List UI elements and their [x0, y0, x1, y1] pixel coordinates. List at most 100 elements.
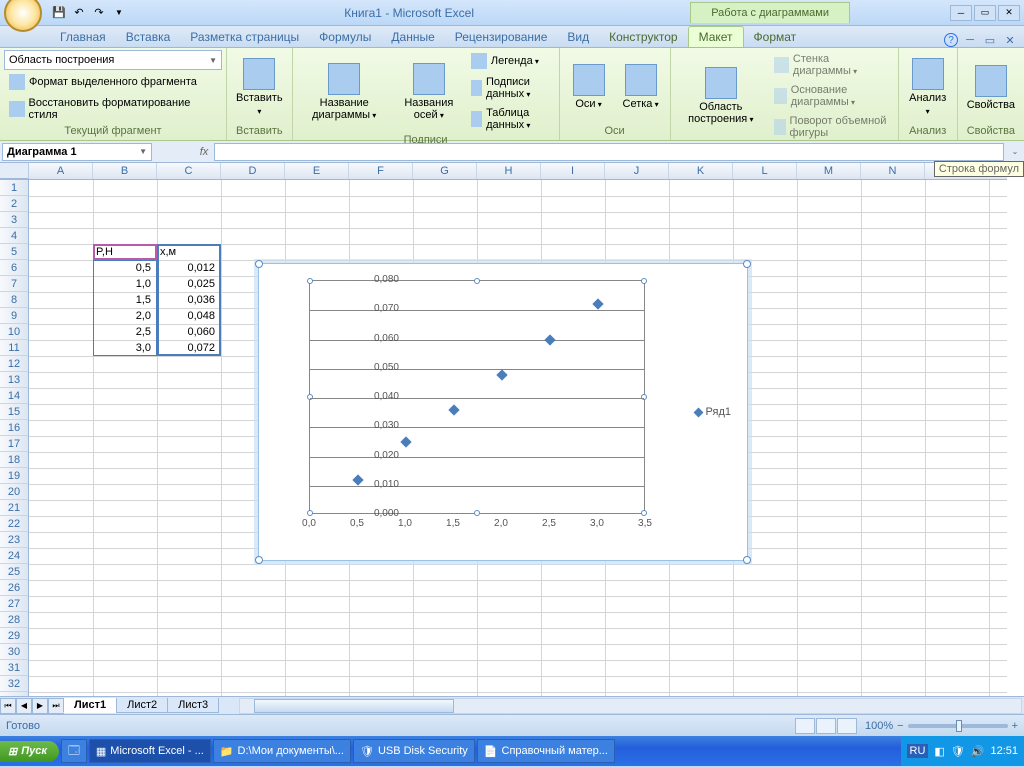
row-header-15[interactable]: 15 — [0, 404, 28, 420]
cell[interactable]: 2,0 — [93, 308, 154, 323]
sheet-nav-first[interactable]: ⏮ — [0, 698, 16, 714]
sheet-tab-2[interactable]: Лист2 — [116, 698, 168, 713]
start-button[interactable]: ⊞Пуск — [0, 741, 59, 762]
data-point[interactable] — [496, 369, 507, 380]
cell[interactable]: 0,025 — [157, 276, 218, 291]
row-header-3[interactable]: 3 — [0, 212, 28, 228]
taskbar-explorer[interactable]: 📁D:\Мои документы\... — [213, 739, 351, 763]
chart-legend[interactable]: Ряд1 — [695, 406, 731, 418]
col-header-J[interactable]: J — [605, 163, 669, 179]
taskbar-usb-security[interactable]: 🛡USB Disk Security — [353, 739, 475, 763]
row-header-28[interactable]: 28 — [0, 612, 28, 628]
plot-handle[interactable] — [474, 278, 480, 284]
row-header-32[interactable]: 32 — [0, 676, 28, 692]
tab-chart-layout[interactable]: Макет — [688, 26, 744, 47]
data-point[interactable] — [544, 334, 555, 345]
plot-handle[interactable] — [307, 278, 313, 284]
properties-button[interactable]: Свойства — [962, 55, 1020, 121]
row-header-7[interactable]: 7 — [0, 276, 28, 292]
row-header-9[interactable]: 9 — [0, 308, 28, 324]
col-header-K[interactable]: K — [669, 163, 733, 179]
col-header-I[interactable]: I — [541, 163, 605, 179]
plot-handle[interactable] — [641, 278, 647, 284]
axis-titles-button[interactable]: Названия осей — [394, 59, 464, 125]
rotate-3d-button[interactable]: Поворот объемной фигуры — [769, 112, 894, 142]
view-normal-button[interactable] — [795, 718, 815, 734]
sheet-nav-last[interactable]: ⏭ — [48, 698, 64, 714]
col-header-M[interactable]: M — [797, 163, 861, 179]
maximize-button[interactable]: ▭ — [974, 5, 996, 21]
chart-handle[interactable] — [255, 556, 263, 564]
data-table-button[interactable]: Таблица данных — [466, 104, 555, 134]
row-header-16[interactable]: 16 — [0, 420, 28, 436]
row-header-14[interactable]: 14 — [0, 388, 28, 404]
row-header-24[interactable]: 24 — [0, 548, 28, 564]
sheet-nav-next[interactable]: ▶ — [32, 698, 48, 714]
col-header-H[interactable]: H — [477, 163, 541, 179]
doc-restore-button[interactable]: ▭ — [982, 33, 998, 47]
plot-handle[interactable] — [474, 510, 480, 516]
col-header-D[interactable]: D — [221, 163, 285, 179]
taskbar-excel[interactable]: ▦Microsoft Excel - ... — [89, 739, 211, 763]
view-page-break-button[interactable] — [837, 718, 857, 734]
plot-handle[interactable] — [307, 394, 313, 400]
formula-input[interactable] — [214, 143, 1004, 161]
tray-icon[interactable]: ◧ — [934, 745, 944, 758]
cell[interactable]: 0,5 — [93, 260, 154, 275]
row-header-23[interactable]: 23 — [0, 532, 28, 548]
zoom-level[interactable]: 100% — [865, 720, 893, 732]
clock[interactable]: 12:51 — [990, 745, 1018, 757]
row-header-30[interactable]: 30 — [0, 644, 28, 660]
close-button[interactable]: ✕ — [998, 5, 1020, 21]
chart-element-combo[interactable]: Область построения▼ — [4, 50, 222, 70]
row-header-11[interactable]: 11 — [0, 340, 28, 356]
col-header-B[interactable]: B — [93, 163, 157, 179]
cell[interactable]: 0,048 — [157, 308, 218, 323]
tab-insert[interactable]: Вставка — [116, 27, 181, 47]
formula-bar-expand[interactable]: ⌄ Строка формул — [1006, 147, 1024, 156]
row-header-18[interactable]: 18 — [0, 452, 28, 468]
row-header-12[interactable]: 12 — [0, 356, 28, 372]
row-header-1[interactable]: 1 — [0, 180, 28, 196]
row-header-5[interactable]: 5 — [0, 244, 28, 260]
select-all-corner[interactable] — [0, 163, 29, 179]
cell[interactable]: 3,0 — [93, 340, 154, 355]
tray-icon[interactable]: 🔊 — [971, 745, 985, 758]
row-header-17[interactable]: 17 — [0, 436, 28, 452]
language-indicator[interactable]: RU — [907, 744, 929, 758]
axes-button[interactable]: Оси — [564, 55, 614, 121]
sheet-nav-prev[interactable]: ◀ — [16, 698, 32, 714]
quick-launch[interactable]: 🗔 — [61, 739, 87, 763]
system-tray[interactable]: RU ◧ 🛡 🔊 12:51 — [901, 736, 1024, 766]
data-labels-button[interactable]: Подписи данных — [466, 73, 555, 103]
tab-home[interactable]: Главная — [50, 27, 116, 47]
row-header-22[interactable]: 22 — [0, 516, 28, 532]
row-header-13[interactable]: 13 — [0, 372, 28, 388]
tab-review[interactable]: Рецензирование — [445, 27, 558, 47]
row-header-27[interactable]: 27 — [0, 596, 28, 612]
chart-floor-button[interactable]: Основание диаграммы — [769, 81, 894, 111]
col-header-N[interactable]: N — [861, 163, 925, 179]
row-header-19[interactable]: 19 — [0, 468, 28, 484]
help-icon[interactable]: ? — [944, 33, 958, 47]
tab-chart-format[interactable]: Формат — [744, 27, 807, 47]
col-header-C[interactable]: C — [157, 163, 221, 179]
tab-chart-design[interactable]: Конструктор — [599, 27, 687, 47]
horizontal-scrollbar[interactable] — [239, 698, 1022, 714]
row-header-4[interactable]: 4 — [0, 228, 28, 244]
gridlines-button[interactable]: Сетка — [616, 55, 666, 121]
plot-handle[interactable] — [641, 394, 647, 400]
legend-button[interactable]: Легенда — [466, 50, 555, 72]
taskbar-word[interactable]: 📄Справочный матер... — [477, 739, 615, 763]
chart-title-button[interactable]: Название диаграммы — [297, 59, 392, 125]
plot-handle[interactable] — [641, 510, 647, 516]
row-headers[interactable]: 1234567891011121314151617181920212223242… — [0, 180, 29, 696]
minimize-button[interactable]: ─ — [950, 5, 972, 21]
view-page-layout-button[interactable] — [816, 718, 836, 734]
row-header-26[interactable]: 26 — [0, 580, 28, 596]
row-header-6[interactable]: 6 — [0, 260, 28, 276]
reset-style-button[interactable]: Восстановить форматирование стиля — [4, 94, 222, 124]
cell[interactable]: 1,5 — [93, 292, 154, 307]
analysis-button[interactable]: Анализ — [903, 55, 953, 121]
col-header-E[interactable]: E — [285, 163, 349, 179]
